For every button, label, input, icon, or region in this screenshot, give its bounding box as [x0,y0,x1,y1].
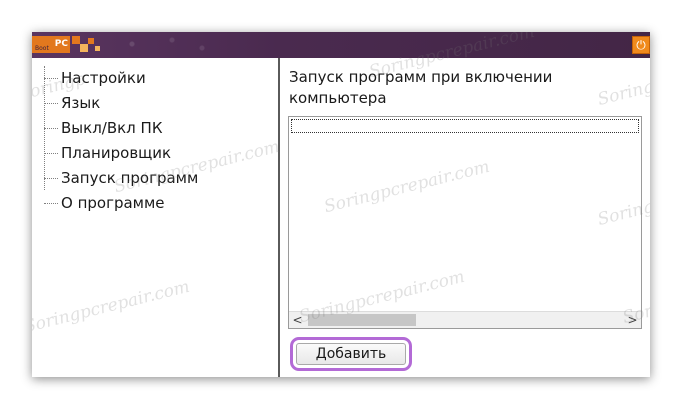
sidebar: Настройки Язык Выкл/Вкл ПК Планировщик З… [32,58,278,377]
logo-pixel [72,36,80,44]
logo-text: PC [54,39,68,49]
logo-pixel [95,46,100,51]
power-button[interactable]: ⏻ [632,36,650,54]
sidebar-item-startup-programs[interactable]: Запуск программ [44,166,198,191]
add-button[interactable]: Добавить [296,343,406,365]
app-window: Boot PC ⏻ Настройки Язык Выкл/Вкл ПК Пла… [32,32,650,377]
list-focus-row[interactable] [291,119,639,133]
app-logo: Boot PC [32,36,70,53]
logo-script: Boot [35,45,49,52]
titlebar: Boot PC ⏻ [32,32,650,58]
power-icon: ⏻ [636,38,646,52]
sidebar-item-language[interactable]: Язык [44,91,198,116]
logo-pixel [88,38,94,44]
sidebar-item-power[interactable]: Выкл/Вкл ПК [44,116,198,141]
sidebar-item-settings[interactable]: Настройки [44,66,198,91]
sidebar-item-about[interactable]: О программе [44,191,198,216]
nav-tree: Настройки Язык Выкл/Вкл ПК Планировщик З… [44,66,198,216]
main-panel: Запуск программ при включении компьютера… [280,58,650,377]
startup-program-list[interactable]: < > [288,116,642,329]
page-title: Запуск программ при включении компьютера [289,68,553,107]
scroll-left-arrow-icon[interactable]: < [289,312,306,328]
logo-pixel [80,44,88,52]
scroll-right-arrow-icon[interactable]: > [624,312,641,328]
add-button-highlight: Добавить [290,337,412,371]
scrollbar-thumb[interactable] [308,314,416,326]
sidebar-item-scheduler[interactable]: Планировщик [44,141,198,166]
horizontal-scrollbar[interactable]: < > [289,311,641,328]
